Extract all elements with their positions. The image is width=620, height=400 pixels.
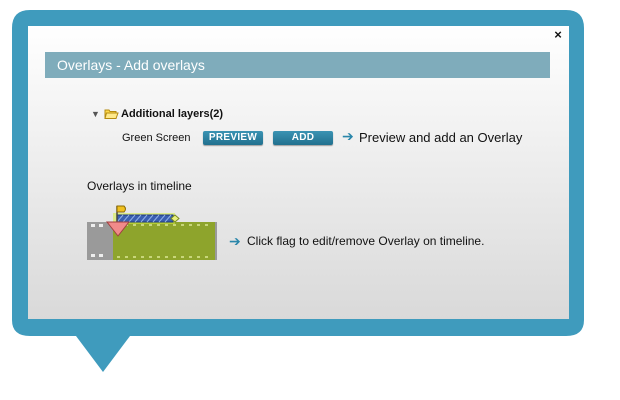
add-button[interactable]: ADD [273, 131, 333, 145]
dialog-title: Overlays - Add overlays [57, 57, 205, 73]
dialog-header: Overlays - Add overlays [45, 52, 550, 78]
timeline-illustration [87, 205, 217, 260]
layer-group-label[interactable]: Additional layers(2) [121, 108, 223, 120]
layer-item-label: Green Screen [122, 132, 191, 144]
folder-icon [104, 109, 119, 119]
right-arrow-icon: ➔ [229, 233, 241, 249]
add-overlay-hint: Preview and add an Overlay [359, 130, 523, 145]
expand-triangle-icon[interactable]: ▼ [91, 109, 100, 119]
preview-button[interactable]: PREVIEW [203, 131, 263, 145]
timeline-section-title: Overlays in timeline [87, 179, 192, 193]
close-button[interactable]: × [551, 28, 565, 42]
right-arrow-icon: ➔ [342, 128, 354, 144]
edit-overlay-hint: Click flag to edit/remove Overlay on tim… [247, 234, 485, 248]
